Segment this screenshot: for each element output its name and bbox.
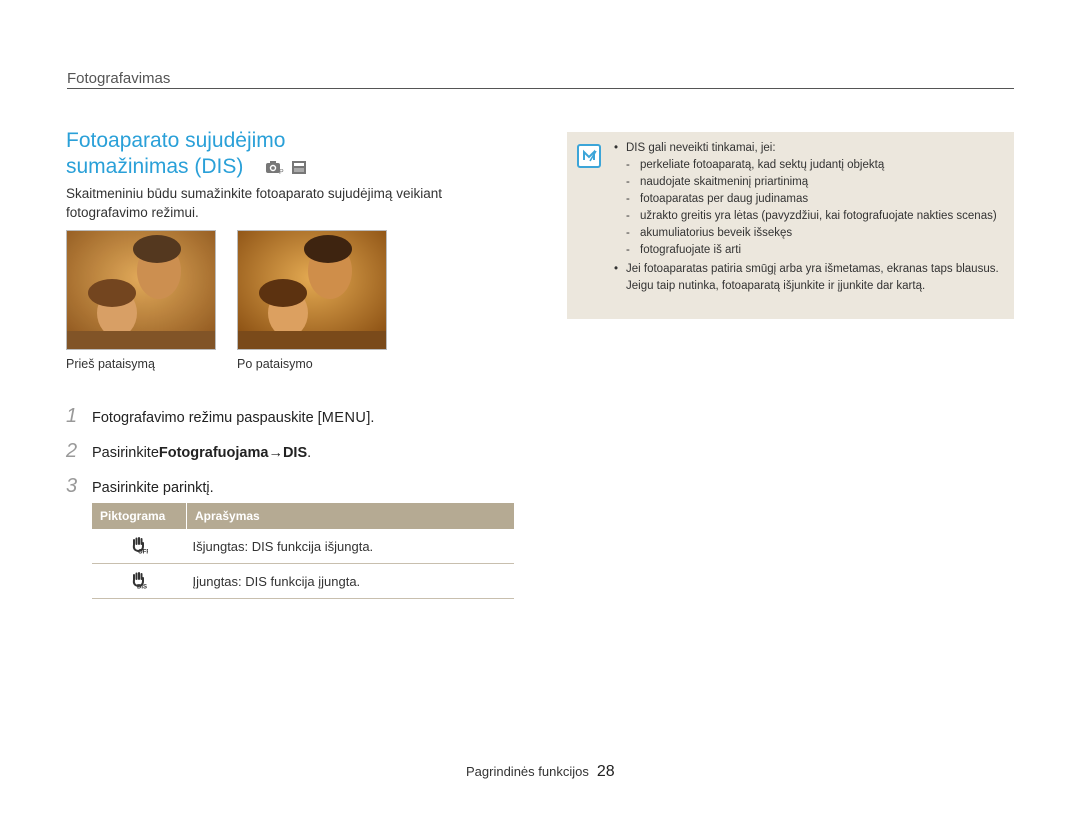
note-item: akumuliatorius beveik išsekęs [614,225,1006,242]
option-desc: : DIS funkcija įjungta. [238,573,361,589]
scene-icon [292,161,306,174]
menu-option-dis: DIS [282,445,308,461]
section-title: Fotografavimas [67,70,171,87]
section-divider [67,88,1014,89]
options-table: Piktograma Aprašymas OFF Išjungtas: DIS … [92,503,514,599]
photo-after-caption: Po pataisymo [237,357,313,371]
step-text: Pasirinkite [92,445,159,461]
note-bullet-1: DIS gali neveikti tinkamai, jei: [614,140,1006,157]
svg-text:OFF: OFF [138,549,148,554]
dis-on-icon: DIS [92,563,187,599]
step-3: 3 Pasirinkite parinktį. [66,475,214,498]
mode-icons: P [265,160,307,175]
step-text-end: . [307,445,312,461]
note-item: fotoaparatas per daug judinamas [614,191,1006,208]
note-content: DIS gali neveikti tinkamai, jei: perkeli… [614,140,1006,295]
note-item: naudojate skaitmeninį priartinimą [614,174,1006,191]
note-item: perkeliate fotoaparatą, kad sektų judant… [614,157,1006,174]
step-1: 1 Fotografavimo režimu paspauskite [MENU… [66,405,374,428]
note-bullet-2: Jei fotoaparatas patiria smūgį arba yra … [614,261,1006,295]
intro-text: Skaitmeniniu būdu sumažinkite fotoaparat… [66,186,442,220]
menu-key: MENU [321,410,367,426]
option-description: Įjungtas: DIS funkcija įjungta. [186,563,514,599]
svg-text:P: P [279,169,284,175]
step-number: 1 [66,405,78,427]
footer-label: Pagrindinės funkcijos [466,764,589,779]
page-title-line2: sumažinimas (DIS) [66,155,244,178]
option-desc: : DIS funkcija išjungta. [244,538,374,554]
note-icon [577,144,601,168]
page-title-line1: Fotoaparato sujudėjimo [66,129,286,152]
photo-before [66,230,216,350]
page-number: 28 [596,763,615,780]
step-text: Pasirinkite parinktį. [92,480,214,496]
table-header-row: Piktograma Aprašymas [92,503,514,529]
photo-after [237,230,387,350]
step-text-end: ]. [366,410,375,426]
arrow-icon: → [268,445,283,461]
note-item: fotografuojate iš arti [614,242,1006,259]
dis-off-icon: OFF [92,529,187,564]
column-header-icon: Piktograma [92,503,187,529]
column-header-description: Aprašymas [186,503,514,529]
step-number: 2 [66,440,78,462]
step-number: 3 [66,475,78,497]
note-item: užrakto greitis yra lėtas (pavyzdžiui, k… [614,208,1006,225]
step-text: Fotografavimo režimu paspauskite [ [92,410,322,426]
option-term: Įjungtas [192,573,239,589]
table-row: DIS Įjungtas: DIS funkcija įjungta. [92,563,514,599]
step-2: 2 Pasirinkite Fotografuojama → DIS. [66,440,311,463]
option-description: Išjungtas: DIS funkcija išjungta. [186,529,514,564]
table-row: OFF Išjungtas: DIS funkcija išjungta. [92,529,514,564]
page-footer: Pagrindinės funkcijos 28 [466,763,615,781]
camera-program-icon: P [266,161,284,175]
menu-option: Fotografuojama [158,445,269,461]
option-term: Išjungtas [192,538,245,554]
photo-before-caption: Prieš pataisymą [66,357,155,371]
svg-text:DIS: DIS [137,584,147,589]
